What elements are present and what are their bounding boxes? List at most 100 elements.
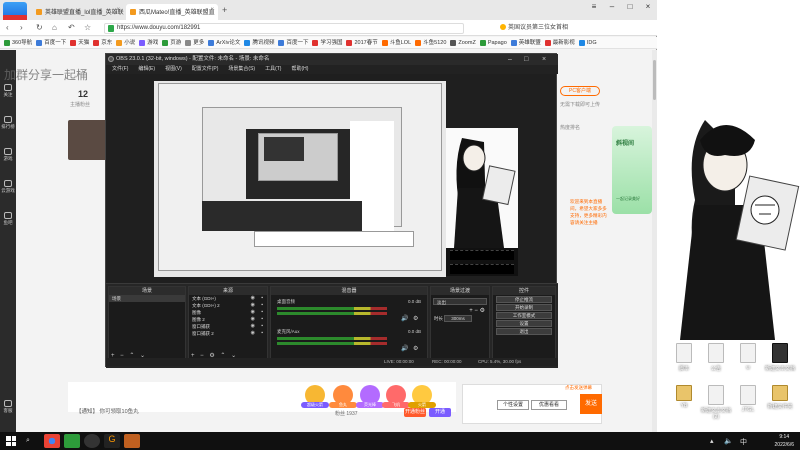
- source-item[interactable]: 图像 2 ◉ ▪: [189, 316, 267, 323]
- lock-icon[interactable]: ▪: [261, 316, 263, 323]
- minimize-icon[interactable]: –: [508, 54, 512, 65]
- url-input[interactable]: https://www.douyu.com/182991: [104, 23, 464, 34]
- bookmark-item[interactable]: 页游: [162, 37, 181, 48]
- nav-item-service[interactable]: 客服: [0, 400, 16, 414]
- desktop-icon-file[interactable]: w: [731, 343, 765, 371]
- maximize-icon[interactable]: □: [621, 0, 639, 14]
- obs-menu-item[interactable]: 视图(V): [165, 65, 182, 74]
- lock-icon[interactable]: ▪: [261, 309, 263, 316]
- scrollbar-thumb[interactable]: [653, 60, 656, 100]
- bookmark-item[interactable]: 学习强国: [312, 37, 342, 48]
- bookmark-item[interactable]: 游戏: [139, 37, 158, 48]
- chat-offer-pill[interactable]: 优惠看看: [531, 400, 567, 410]
- network-icon[interactable]: ▴: [710, 437, 714, 445]
- promo-banner[interactable]: 斜视间 一起记录美好: [612, 126, 652, 214]
- bookmark-item[interactable]: 百度一下: [278, 37, 308, 48]
- close-icon[interactable]: ×: [639, 0, 657, 14]
- nav-item-rank[interactable]: 排行榜: [0, 116, 16, 130]
- 360-browser-icon[interactable]: [64, 434, 80, 448]
- source-item[interactable]: 窗口捕获 2 ◉ ▪: [189, 330, 267, 337]
- search-icon[interactable]: ⌕: [26, 437, 30, 445]
- tray-clock[interactable]: 9:14 2022/6/6: [775, 433, 794, 449]
- gear-icon[interactable]: ⚙: [413, 315, 418, 322]
- obs-control-button[interactable]: 停止推流: [496, 296, 552, 303]
- bookmark-item[interactable]: 360导航: [4, 37, 32, 48]
- nav-item-follow[interactable]: 关注: [0, 84, 16, 98]
- language-indicator[interactable]: 中: [740, 437, 747, 447]
- gear-icon[interactable]: ⚙: [413, 345, 418, 352]
- source-item[interactable]: 图像 ◉ ▪: [189, 309, 267, 316]
- page-scrollbar[interactable]: [652, 50, 657, 432]
- avatar[interactable]: [68, 120, 108, 160]
- visibility-eye-icon[interactable]: ◉: [251, 323, 255, 330]
- lock-icon[interactable]: ▪: [261, 330, 263, 337]
- obs-preview-canvas[interactable]: [154, 81, 446, 277]
- desktop-icon-file[interactable]: JTGL: [731, 385, 765, 413]
- obs-icon[interactable]: [84, 434, 100, 448]
- desktop-icon-file[interactable]: 脚本: [667, 343, 701, 372]
- bookmark-item[interactable]: Papago: [479, 37, 507, 48]
- lock-icon[interactable]: ▪: [261, 323, 263, 330]
- bookmark-item[interactable]: 2017春节: [346, 37, 378, 48]
- transition-add-remove[interactable]: + − ⚙: [431, 308, 489, 315]
- lock-icon[interactable]: ▪: [261, 302, 263, 309]
- obs-control-button[interactable]: 工作室模式: [496, 312, 552, 319]
- pc-client-button[interactable]: PC客户端: [560, 86, 600, 96]
- minimize-icon[interactable]: –: [603, 0, 621, 14]
- bookmark-item[interactable]: IDG: [578, 37, 597, 48]
- obs-control-button[interactable]: 设置: [496, 320, 552, 327]
- maximize-icon[interactable]: □: [524, 54, 528, 65]
- obs-menu-item[interactable]: 帮助(H): [291, 65, 308, 74]
- obs-menu-item[interactable]: 配置文件(P): [192, 65, 219, 74]
- browser-logo-icon[interactable]: [3, 2, 27, 21]
- browser-tab[interactable]: 英雄联盟直播_lol直播_英雄联 ×: [32, 4, 124, 20]
- app-folder-icon[interactable]: [124, 434, 140, 448]
- new-tab-icon[interactable]: +: [222, 5, 227, 15]
- send-button[interactable]: 发送: [580, 394, 602, 414]
- speaker-icon[interactable]: 🔊: [401, 345, 408, 352]
- bookmark-item[interactable]: 斗鱼5120: [415, 37, 446, 48]
- home-icon[interactable]: ⌂: [52, 23, 57, 32]
- obs-menu-item[interactable]: 编辑(E): [138, 65, 155, 74]
- open-fans-button[interactable]: 开通粉丝: [404, 408, 426, 417]
- reload-icon[interactable]: ↻: [36, 23, 43, 32]
- nav-item-yuba[interactable]: 鱼吧: [0, 212, 16, 226]
- bookmark-item[interactable]: 更多: [185, 37, 204, 48]
- scene-item[interactable]: 场景: [109, 295, 185, 302]
- chrome-icon[interactable]: [44, 434, 60, 448]
- lock-icon[interactable]: ▪: [261, 295, 263, 302]
- star-icon[interactable]: ☆: [84, 23, 91, 32]
- open-noble-button[interactable]: 开通: [429, 408, 451, 417]
- tab-close-icon[interactable]: ×: [210, 7, 214, 13]
- desktop-icon-file[interactable]: 新建文本文档: [763, 343, 797, 372]
- source-item[interactable]: 窗口捕获 ◉ ▪: [189, 323, 267, 330]
- desktop-icon-file[interactable]: 新建文本文档 (2): [699, 385, 733, 420]
- windows-start-icon[interactable]: [6, 436, 16, 446]
- search-input[interactable]: 英国议员第三位女首相: [500, 23, 580, 34]
- obs-menu-item[interactable]: 文件(F): [112, 65, 128, 74]
- desktop-icon-folder[interactable]: YB: [667, 385, 701, 409]
- nav-item-cloud-games[interactable]: 云游戏: [0, 180, 16, 194]
- speaker-icon[interactable]: 🔊: [401, 315, 408, 322]
- bookmark-item[interactable]: ZoomZ: [450, 37, 476, 48]
- nav-item-games[interactable]: 游戏: [0, 148, 16, 162]
- duration-input[interactable]: 300ms: [444, 315, 472, 322]
- undo-icon[interactable]: ↶: [68, 23, 75, 32]
- back-icon[interactable]: ‹: [6, 23, 9, 32]
- desktop-icon-file[interactable]: 公告: [699, 343, 733, 372]
- browser-tab-active[interactable]: 西瓜Mateo!直播_英雄联盟直 ×: [126, 4, 218, 20]
- obs-menu-item[interactable]: 工具(T): [265, 65, 281, 74]
- visibility-eye-icon[interactable]: ◉: [251, 316, 255, 323]
- bookmark-item[interactable]: 百度一下: [36, 37, 66, 48]
- close-icon[interactable]: ×: [542, 54, 546, 65]
- obs-menu-item[interactable]: 场景集合(S): [228, 65, 255, 74]
- volume-icon[interactable]: 🔈: [724, 437, 733, 445]
- transition-select[interactable]: 淡出: [433, 298, 487, 305]
- bookmark-item[interactable]: 京东: [93, 37, 112, 48]
- visibility-eye-icon[interactable]: ◉: [251, 302, 255, 309]
- source-item[interactable]: 文本 (GDI+) 2 ◉ ▪: [189, 302, 267, 309]
- app-g-icon[interactable]: G: [104, 434, 120, 448]
- send-danmaku-link[interactable]: 点击发送弹幕: [565, 385, 592, 391]
- visibility-eye-icon[interactable]: ◉: [251, 330, 255, 337]
- menu-icon[interactable]: ≡: [585, 0, 603, 14]
